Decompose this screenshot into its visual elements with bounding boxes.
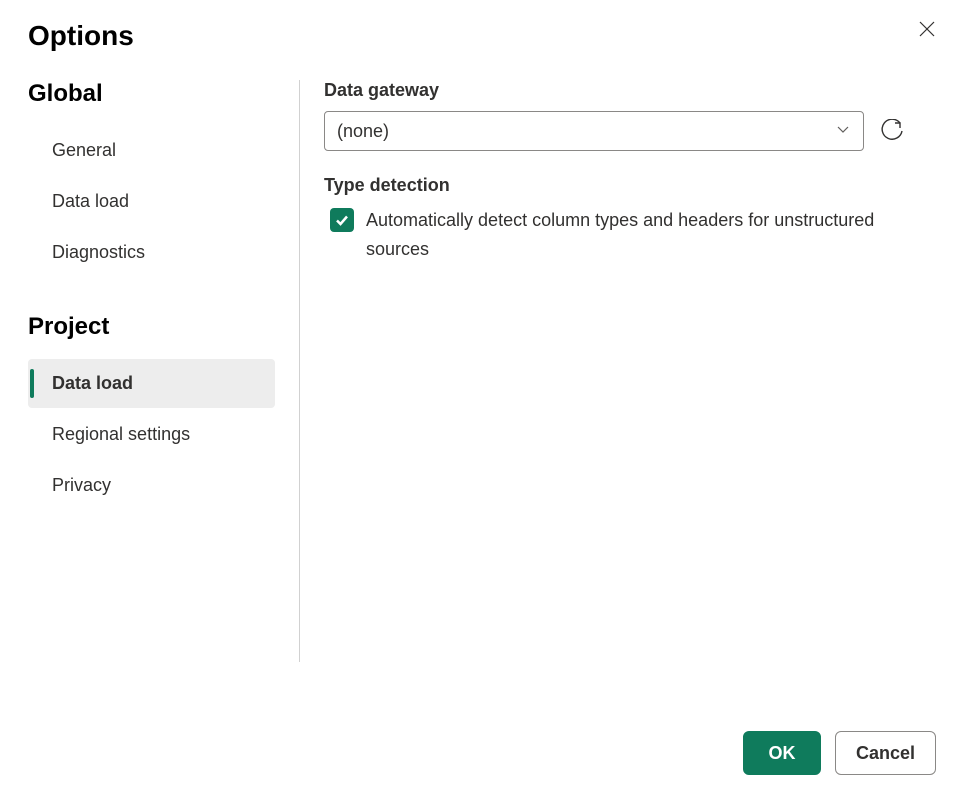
nav-item-global-data-load[interactable]: Data load [28, 177, 275, 226]
data-gateway-row: (none) [324, 111, 936, 151]
type-detection-row: Automatically detect column types and he… [324, 206, 936, 264]
type-detection-label: Type detection [324, 175, 936, 196]
nav-item-diagnostics[interactable]: Diagnostics [28, 228, 275, 277]
nav-item-label: Diagnostics [52, 242, 145, 262]
close-icon [918, 20, 936, 38]
data-gateway-dropdown[interactable]: (none) [324, 111, 864, 151]
sidebar: Global General Data load Diagnostics Pro… [28, 80, 300, 662]
button-label: Cancel [856, 743, 915, 764]
content-pane: Data gateway (none) Ty [300, 80, 936, 711]
cancel-button[interactable]: Cancel [835, 731, 936, 775]
checkmark-icon [334, 212, 350, 228]
dialog-body: Global General Data load Diagnostics Pro… [28, 80, 936, 711]
nav-item-general[interactable]: General [28, 126, 275, 175]
section-header-project: Project [28, 313, 275, 341]
dialog-header: Options [28, 20, 936, 80]
refresh-icon [880, 119, 904, 143]
auto-detect-checkbox[interactable] [330, 208, 354, 232]
dialog-footer: OK Cancel [28, 711, 936, 775]
nav-item-privacy[interactable]: Privacy [28, 461, 275, 510]
nav-item-label: Regional settings [52, 424, 190, 444]
nav-item-label: Data load [52, 373, 133, 393]
button-label: OK [768, 743, 795, 764]
dialog-title: Options [28, 20, 134, 52]
section-header-global: Global [28, 80, 275, 108]
close-button[interactable] [914, 16, 940, 45]
nav-item-label: Data load [52, 191, 129, 211]
chevron-down-icon [835, 121, 851, 142]
nav-item-project-data-load[interactable]: Data load [28, 359, 275, 408]
nav-item-regional-settings[interactable]: Regional settings [28, 410, 275, 459]
data-gateway-label: Data gateway [324, 80, 936, 101]
nav-item-label: General [52, 140, 116, 160]
options-dialog: Options Global General Data load Diagnos… [0, 0, 964, 795]
auto-detect-label: Automatically detect column types and he… [366, 206, 926, 264]
nav-item-label: Privacy [52, 475, 111, 495]
dropdown-value: (none) [337, 121, 389, 142]
refresh-button[interactable] [876, 115, 908, 147]
ok-button[interactable]: OK [743, 731, 821, 775]
